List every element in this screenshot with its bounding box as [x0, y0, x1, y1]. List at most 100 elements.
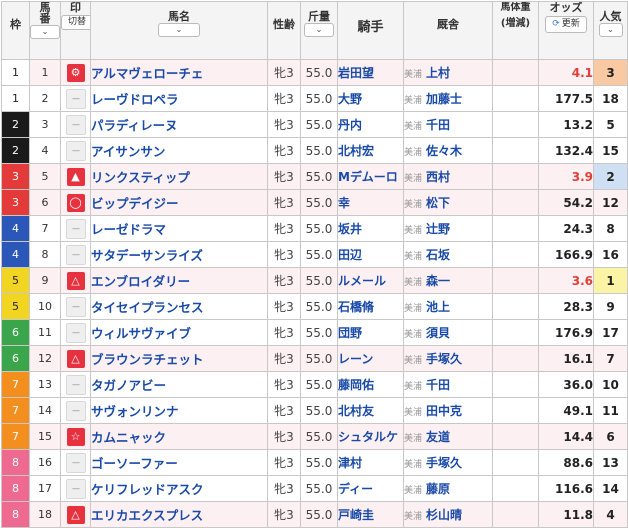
mark-none-icon[interactable]: –– [65, 218, 86, 239]
horse-name-link[interactable]: ケリフレッドアスク [90, 475, 268, 502]
mark-triangle-icon[interactable]: △ [66, 271, 85, 290]
mark-none-icon[interactable]: –– [65, 244, 86, 265]
mark-none-icon[interactable]: –– [65, 140, 86, 161]
col-horse[interactable]: 馬名 ⌄ [90, 1, 268, 60]
sort-chevron-down-icon[interactable]: ⌄ [158, 23, 200, 37]
horse-name-link[interactable]: レーヴドロペラ [90, 85, 268, 112]
mark-cell[interactable]: –– [60, 137, 91, 164]
trainer-link[interactable]: 池上 [426, 300, 450, 314]
mark-cell[interactable]: ◯ [60, 189, 91, 216]
refresh-odds-button[interactable]: ⟳ 更新 [545, 16, 587, 33]
mark-cell[interactable]: –– [60, 371, 91, 398]
mark-none-icon[interactable]: –– [65, 452, 86, 473]
horse-name-link[interactable]: エンブロイダリー [90, 267, 268, 294]
horse-name-link[interactable]: ビップデイジー [90, 189, 268, 216]
mark-none-icon[interactable]: –– [65, 400, 86, 421]
horse-name-link[interactable]: アルマヴェローチェ [90, 59, 268, 86]
trainer-link[interactable]: 藤原 [426, 482, 450, 496]
jockey-link[interactable]: 戸崎圭 [337, 501, 404, 528]
trainer-link[interactable]: 千田 [426, 378, 450, 392]
horse-name-link[interactable]: リンクスティップ [90, 163, 268, 190]
sort-chevron-down-icon[interactable]: ⌄ [598, 23, 623, 37]
trainer-link[interactable]: 西村 [426, 170, 450, 184]
jockey-link[interactable]: 団野 [337, 319, 404, 346]
trainer-link[interactable]: 松下 [426, 196, 450, 210]
mark-cell[interactable]: –– [60, 215, 91, 242]
jockey-link[interactable]: 丹内 [337, 111, 404, 138]
horse-name-link[interactable]: レーゼドラマ [90, 215, 268, 242]
mark-star-icon[interactable]: ☆ [66, 427, 85, 446]
trainer-link[interactable]: 友道 [426, 430, 450, 444]
mark-cell[interactable]: –– [60, 319, 91, 346]
jockey-link[interactable]: 岩田望 [337, 59, 404, 86]
trainer-link[interactable]: 石坂 [426, 248, 450, 262]
jockey-link[interactable]: Mデムーロ [337, 163, 404, 190]
col-umaban[interactable]: 馬 番 ⌄ [29, 1, 61, 60]
horse-name-link[interactable]: ウィルサヴァイブ [90, 319, 268, 346]
horse-name-link[interactable]: タガノアビー [90, 371, 268, 398]
mark-cell[interactable]: –– [60, 85, 91, 112]
horse-name-link[interactable]: ブラウンラチェット [90, 345, 268, 372]
mark-triangle-icon[interactable]: △ [66, 505, 85, 524]
jockey-link[interactable]: 坂井 [337, 215, 404, 242]
mark-cell[interactable]: –– [60, 293, 91, 320]
horse-name-link[interactable]: パラディレーヌ [90, 111, 268, 138]
mark-none-icon[interactable]: –– [65, 374, 86, 395]
horse-name-link[interactable]: エリカエクスプレス [90, 501, 268, 528]
mark-toggle-button[interactable]: 切替 [61, 15, 90, 30]
mark-triangle-icon[interactable]: △ [66, 349, 85, 368]
mark-cell[interactable]: ⚙ [60, 59, 91, 86]
mark-none-icon[interactable]: –– [65, 88, 86, 109]
mark-cell[interactable]: –– [60, 241, 91, 268]
jockey-link[interactable]: レーン [337, 345, 404, 372]
sort-chevron-down-icon[interactable]: ⌄ [304, 23, 334, 37]
col-weight-carried[interactable]: 斤量 ⌄ [300, 1, 338, 60]
jockey-link[interactable]: 北村友 [337, 397, 404, 424]
jockey-link[interactable]: 藤岡佑 [337, 371, 404, 398]
jockey-link[interactable]: 石橋脩 [337, 293, 404, 320]
trainer-link[interactable]: 千田 [426, 118, 450, 132]
trainer-link[interactable]: 辻野 [426, 222, 450, 236]
mark-cell[interactable]: ☆ [60, 423, 91, 450]
trainer-link[interactable]: 手塚久 [426, 456, 462, 470]
horse-name-link[interactable]: サヴォンリンナ [90, 397, 268, 424]
jockey-link[interactable]: 幸 [337, 189, 404, 216]
mark-cell[interactable]: –– [60, 111, 91, 138]
horse-name-link[interactable]: アイサンサン [90, 137, 268, 164]
trainer-link[interactable]: 森一 [426, 274, 450, 288]
horse-name-link[interactable]: ゴーソーファー [90, 449, 268, 476]
mark-cell[interactable]: –– [60, 449, 91, 476]
horse-name-link[interactable]: カムニャック [90, 423, 268, 450]
trainer-link[interactable]: 上村 [426, 66, 450, 80]
horse-name-link[interactable]: タイセイプランセス [90, 293, 268, 320]
mark-cell[interactable]: –– [60, 397, 91, 424]
sort-chevron-down-icon[interactable]: ⌄ [30, 25, 60, 39]
trainer-link[interactable]: 加藤士 [426, 92, 462, 106]
jockey-link[interactable]: ルメール [337, 267, 404, 294]
jockey-link[interactable]: 田辺 [337, 241, 404, 268]
horse-name-link[interactable]: サタデーサンライズ [90, 241, 268, 268]
jockey-link[interactable]: 大野 [337, 85, 404, 112]
mark-cell[interactable]: △ [60, 345, 91, 372]
jockey-link[interactable]: 津村 [337, 449, 404, 476]
trainer-link[interactable]: 手塚久 [426, 352, 462, 366]
trainer-link[interactable]: 佐々木 [426, 144, 462, 158]
mark-cell[interactable]: ▲ [60, 163, 91, 190]
mark-cell[interactable]: △ [60, 501, 91, 528]
jockey-link[interactable]: シュタルケ [337, 423, 404, 450]
jockey-link[interactable]: 北村宏 [337, 137, 404, 164]
col-popularity[interactable]: 人気 ⌄ [593, 1, 628, 60]
mark-none-icon[interactable]: –– [65, 296, 86, 317]
mark-none-icon[interactable]: –– [65, 478, 86, 499]
mark-circle-icon[interactable]: ◯ [66, 193, 85, 212]
jockey-link[interactable]: ディー [337, 475, 404, 502]
table-row: 3 5 ▲ リンクスティップ 牝3 55.0 Mデムーロ 美浦 西村 3.9 2 [1, 163, 628, 190]
mark-gear-icon[interactable]: ⚙ [66, 63, 85, 82]
mark-cell[interactable]: –– [60, 475, 91, 502]
trainer-link[interactable]: 田中克 [426, 404, 462, 418]
trainer-link[interactable]: 須貝 [426, 326, 450, 340]
mark-none-icon[interactable]: –– [65, 114, 86, 135]
mark-none-icon[interactable]: –– [65, 322, 86, 343]
mark-cell[interactable]: △ [60, 267, 91, 294]
mark-triangle-filled-icon[interactable]: ▲ [66, 167, 85, 186]
